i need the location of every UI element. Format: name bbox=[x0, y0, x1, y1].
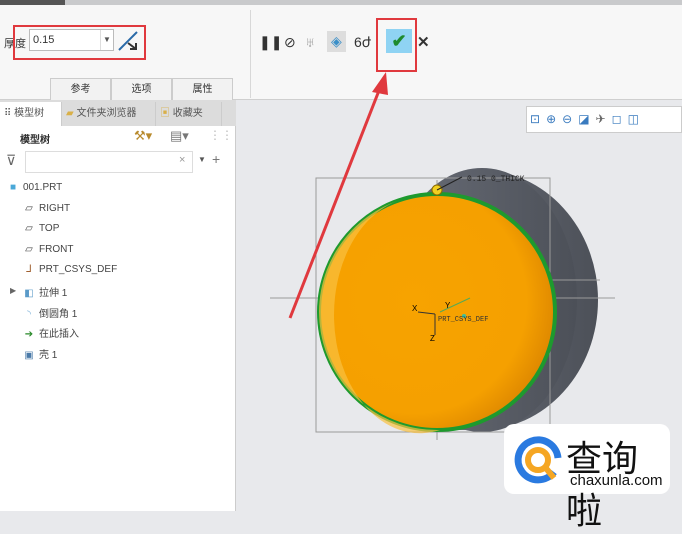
csys-label: PRT_CSYS_DEF bbox=[438, 316, 488, 324]
axis-x-label: X bbox=[412, 304, 418, 313]
dimension-label: 0.15 0_THICK bbox=[467, 175, 525, 184]
watermark-logo: 查询啦 chaxunla.com bbox=[504, 424, 670, 532]
brand-url: chaxunla.com bbox=[570, 472, 663, 489]
logo-icon bbox=[514, 436, 562, 484]
axis-z-label: Z bbox=[430, 334, 435, 343]
axis-y-label: Y bbox=[445, 301, 451, 310]
